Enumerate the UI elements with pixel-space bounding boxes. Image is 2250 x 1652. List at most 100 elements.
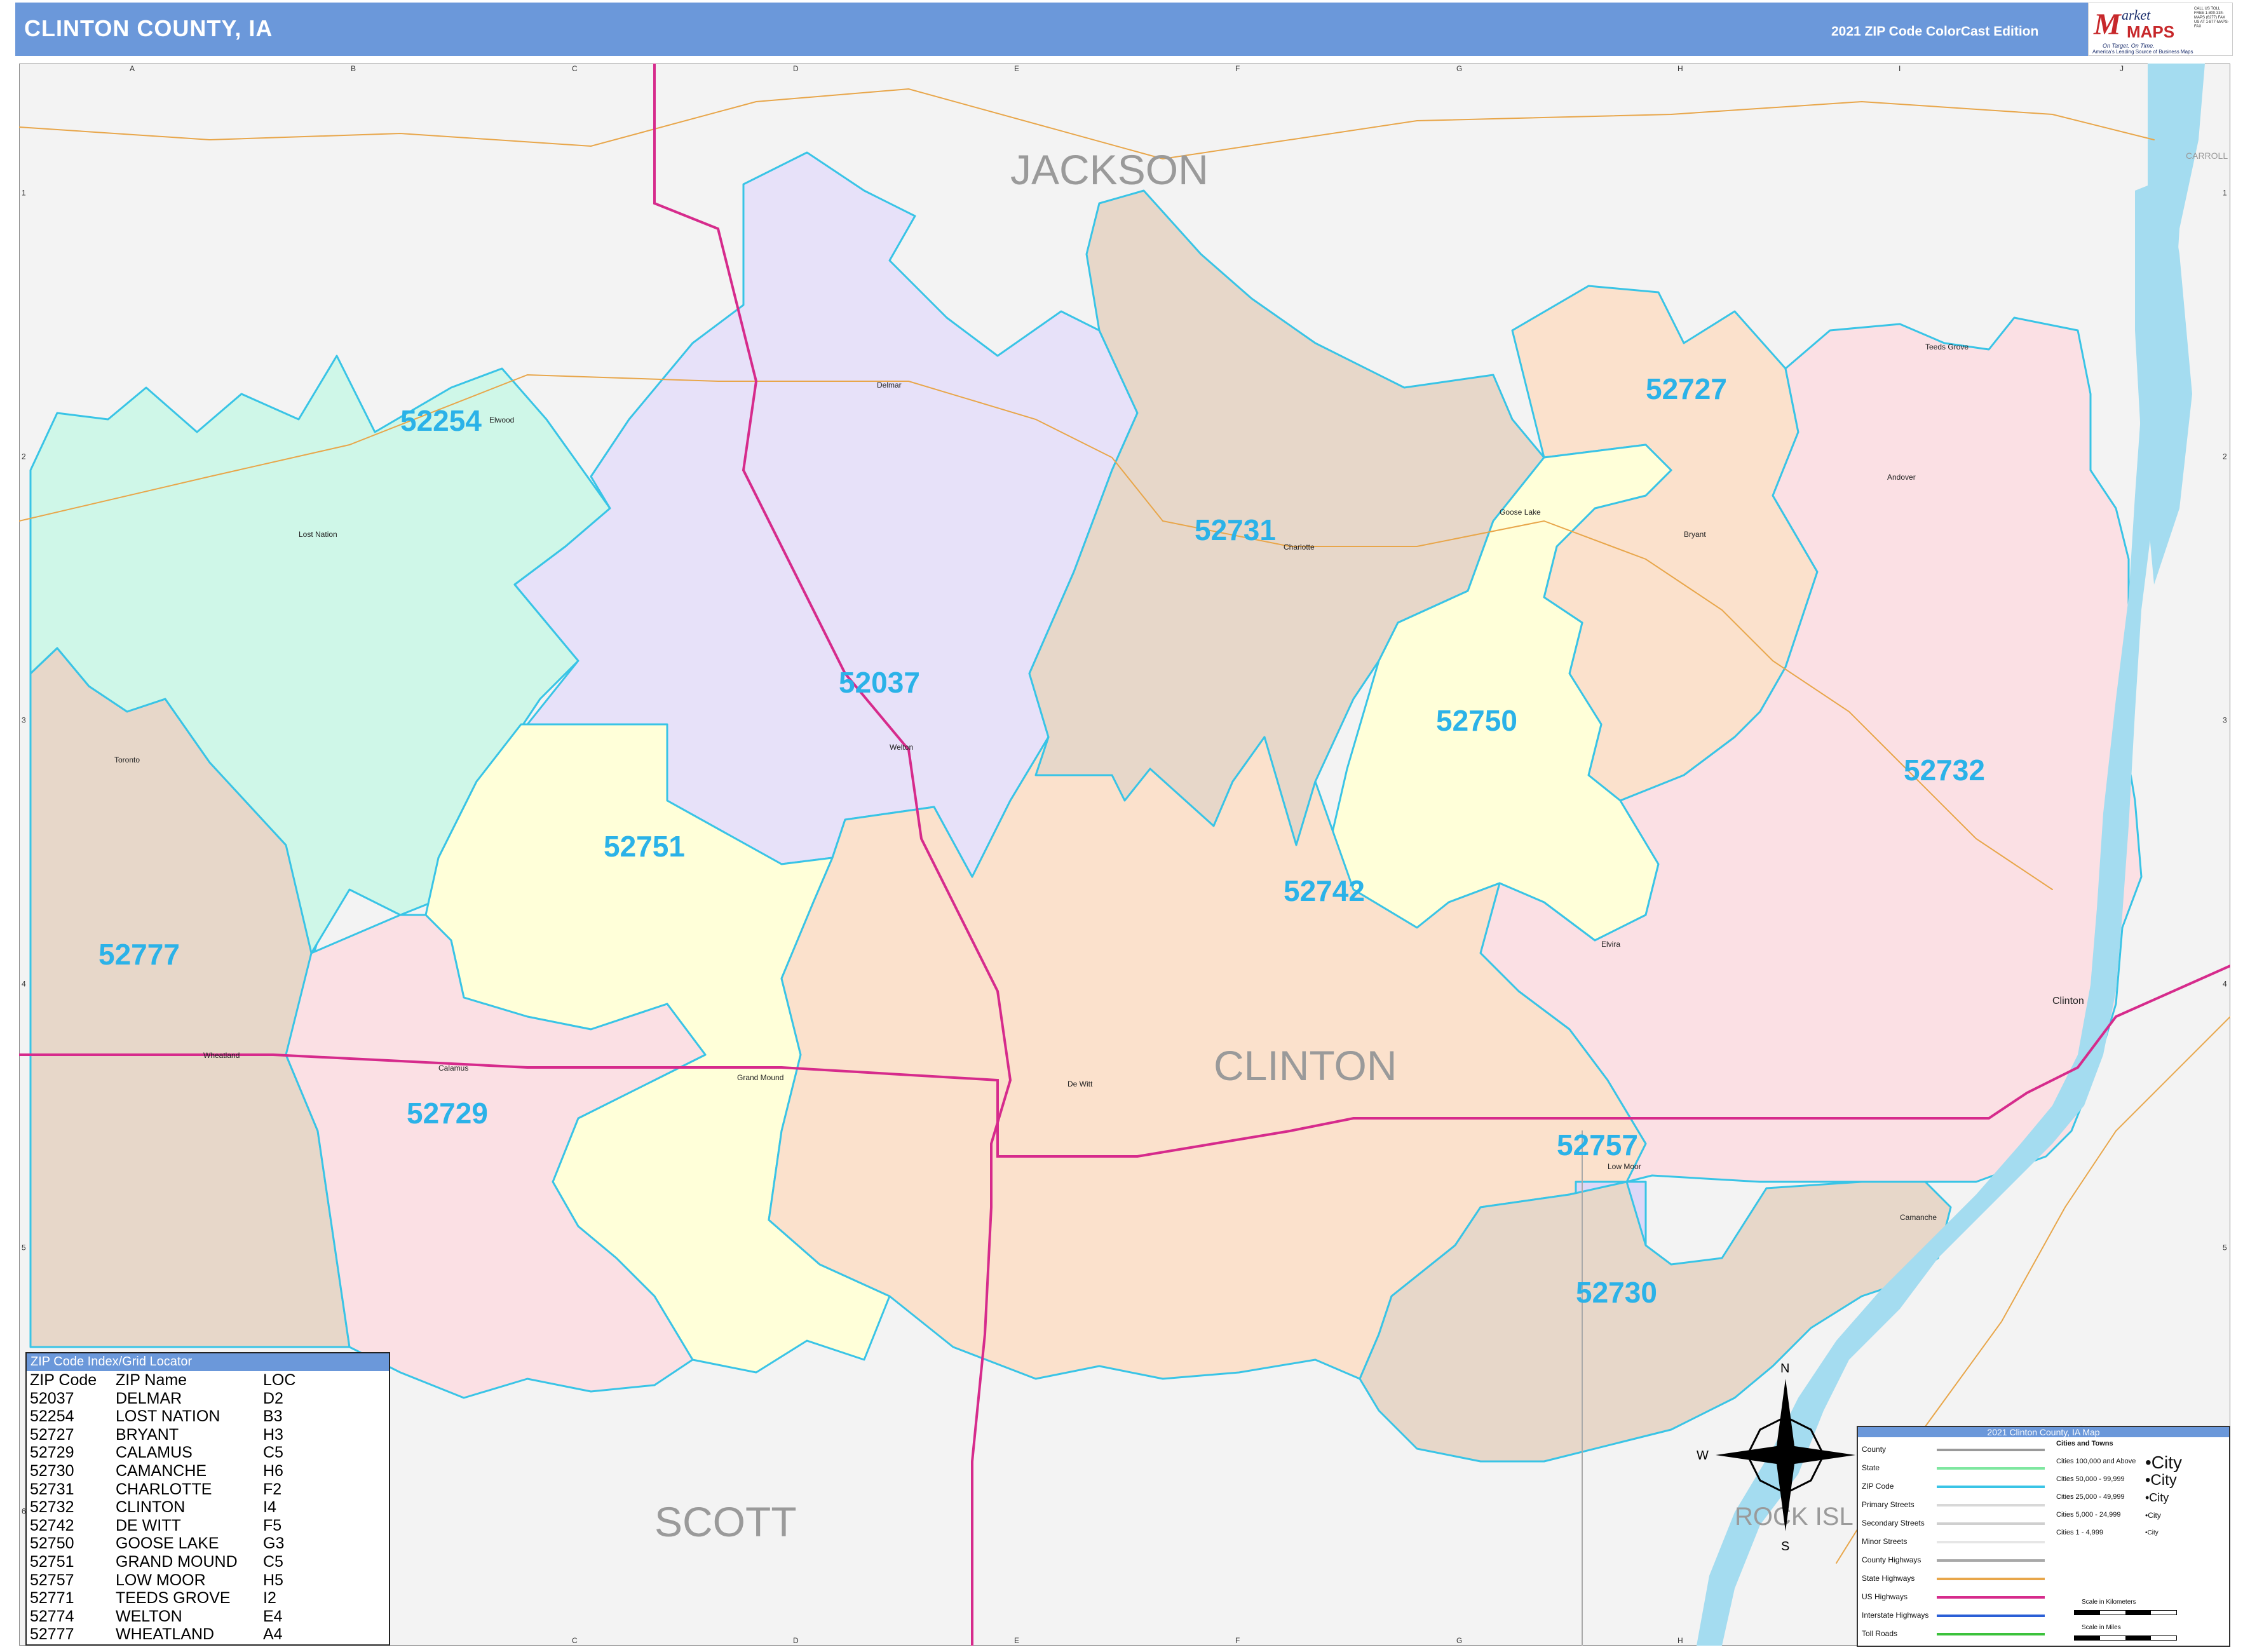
zip-label-52777[interactable]: 52777 [98, 938, 180, 971]
neighbor-rock-island: ROCK ISL [1735, 1503, 1854, 1531]
zip-label-52037[interactable]: 52037 [839, 666, 920, 699]
zip-label-52742[interactable]: 52742 [1284, 874, 1365, 907]
grid-row-3: 3 [22, 716, 26, 725]
place-goose-lake[interactable]: Goose Lake [1500, 508, 1541, 517]
zip-index-row[interactable]: 52751 GRAND MOUND C5 [27, 1553, 389, 1571]
zip-index-row[interactable]: 52732 CLINTON I4 [27, 1498, 389, 1517]
grid-row-1: 1 [2223, 189, 2227, 198]
place-elvira[interactable]: Elvira [1601, 940, 1620, 949]
grid-row-3: 3 [2223, 716, 2227, 725]
legend-item-label: State Highways [1862, 1574, 1915, 1583]
zip-label-52751[interactable]: 52751 [604, 830, 685, 863]
place-de-witt[interactable]: De Witt [1067, 1080, 1093, 1088]
zip-index-code: 52751 [30, 1552, 74, 1571]
zip-label-52727[interactable]: 52727 [1646, 372, 1727, 405]
zip-index-name: CALAMUS [116, 1444, 193, 1462]
legend-city-sample: •City [2145, 1472, 2177, 1489]
zip-index-row[interactable]: 52750 GOOSE LAKE G3 [27, 1534, 389, 1553]
grid-col-B: B [351, 64, 356, 73]
zip-label-52757[interactable]: 52757 [1557, 1128, 1638, 1161]
logo-tagline-2: America's Leading Source of Business Map… [2092, 49, 2193, 55]
zip-index-name: CHARLOTTE [116, 1480, 212, 1498]
zip-index-row[interactable]: 52254 LOST NATION B3 [27, 1407, 389, 1426]
logo-contact: CALL US TOLL FREE 1-800-334-MAPS (6277) … [2194, 7, 2229, 29]
zip-index-code: 52777 [30, 1625, 74, 1644]
zip-index-row[interactable]: 52731 CHARLOTTE F2 [27, 1480, 389, 1499]
market-maps-logo[interactable]: M arket MAPS On Target. On Time. America… [2088, 3, 2233, 56]
grid-col-G: G [1456, 64, 1462, 73]
zip-index-row[interactable]: 52730 CAMANCHE H6 [27, 1462, 389, 1480]
zip-index-loc: I4 [263, 1498, 276, 1517]
place-charlotte[interactable]: Charlotte [1284, 543, 1315, 552]
place-delmar[interactable]: Delmar [877, 381, 902, 389]
zip-index-code: 52729 [30, 1444, 74, 1462]
zip-index-row[interactable]: 52774 WELTON E4 [27, 1608, 389, 1626]
zip-label-52730[interactable]: 52730 [1576, 1276, 1657, 1309]
place-calamus[interactable]: Calamus [438, 1064, 468, 1073]
zip-index-row[interactable]: 52729 CALAMUS C5 [27, 1444, 389, 1462]
zip-label-52732[interactable]: 52732 [1904, 754, 1985, 787]
legend-item-swatch [1937, 1522, 2045, 1525]
grid-col-E: E [1014, 1636, 1019, 1645]
zip-label-52254[interactable]: 52254 [400, 404, 482, 437]
grid-row-2: 2 [2223, 452, 2227, 461]
legend-item-label: ZIP Code [1862, 1482, 1894, 1491]
zip-index-rows: 52037 DELMAR D2 52254 LOST NATION B3 52727 BRYA… [27, 1390, 389, 1644]
zip-index-name: GOOSE LAKE [116, 1534, 219, 1553]
zip-label-52729[interactable]: 52729 [407, 1097, 488, 1130]
legend-city-class: Cities 1 - 4,999 [2056, 1529, 2103, 1536]
zip-index-code: 52732 [30, 1498, 74, 1517]
zip-index-code: 52731 [30, 1480, 74, 1498]
legend-item-label: County [1862, 1445, 1887, 1454]
zip-label-52731[interactable]: 52731 [1195, 513, 1276, 546]
zip-index-code: 52750 [30, 1534, 74, 1553]
zip-label-52750[interactable]: 52750 [1436, 704, 1517, 737]
zip-index-header-code: ZIP Code [30, 1371, 97, 1389]
grid-row-5: 5 [2223, 1243, 2227, 1252]
grid-row-2: 2 [22, 452, 26, 461]
zip-index-row[interactable]: 52757 LOW MOOR H5 [27, 1571, 389, 1590]
neighbor-carroll: CARROLL [2186, 151, 2228, 161]
legend-city-sample: •City [2145, 1491, 2169, 1504]
place-teeds-grove[interactable]: Teeds Grove [1925, 342, 1969, 351]
place-elwood[interactable]: Elwood [489, 416, 514, 424]
zip-index-code: 52730 [30, 1461, 74, 1480]
grid-col-C: C [572, 64, 578, 73]
legend-item-label: County Highways [1862, 1555, 1921, 1564]
legend-item-swatch [1937, 1541, 2045, 1543]
zip-index-row[interactable]: 52777 WHEATLAND A4 [27, 1625, 389, 1644]
county-label-clinton: CLINTON [1214, 1042, 1397, 1089]
zip-index-row[interactable]: 52742 DE WITT F5 [27, 1517, 389, 1535]
grid-col-F: F [1235, 64, 1240, 73]
grid-col-A: A [130, 64, 135, 73]
zip-index-name: GRAND MOUND [116, 1552, 238, 1571]
place-bryant[interactable]: Bryant [1684, 530, 1706, 539]
place-grand-mound[interactable]: Grand Mound [737, 1073, 783, 1082]
place-clinton[interactable]: Clinton [2052, 996, 2084, 1006]
zip-index-loc: C5 [263, 1552, 283, 1571]
place-lost-nation[interactable]: Lost Nation [299, 530, 337, 539]
zip-index-code: 52254 [30, 1407, 74, 1426]
zip-index-name: WELTON [116, 1607, 182, 1625]
legend-title: 2021 Clinton County, IA Map [1858, 1427, 2229, 1437]
zip-index-row[interactable]: 52727 BRYANT H3 [27, 1426, 389, 1444]
legend-item-swatch [1937, 1486, 2045, 1488]
place-andover[interactable]: Andover [1887, 473, 1916, 482]
zip-index-code: 52757 [30, 1571, 74, 1589]
legend-item-label: Secondary Streets [1862, 1519, 1925, 1527]
legend-city-class: Cities 50,000 - 99,999 [2056, 1475, 2125, 1483]
logo-maps: MAPS [2127, 22, 2175, 41]
place-wheatland[interactable]: Wheatland [203, 1051, 240, 1060]
legend-city-class: Cities 25,000 - 49,999 [2056, 1493, 2125, 1501]
legend-scale-km: Scale in Kilometers [2082, 1599, 2136, 1606]
grid-col-D: D [793, 64, 799, 73]
place-welton[interactable]: Welton [890, 743, 913, 752]
zip-index-loc: D2 [263, 1389, 283, 1407]
place-camanche[interactable]: Camanche [1900, 1213, 1937, 1222]
place-toronto[interactable]: Toronto [114, 755, 140, 764]
legend-item-swatch [1937, 1615, 2045, 1617]
zip-code-index: ZIP Code Index/Grid Locator ZIP Code ZIP… [25, 1352, 390, 1646]
place-low-moor[interactable]: Low Moor [1608, 1162, 1641, 1171]
zip-index-row[interactable]: 52037 DELMAR D2 [27, 1390, 389, 1408]
zip-index-row[interactable]: 52771 TEEDS GROVE I2 [27, 1589, 389, 1608]
